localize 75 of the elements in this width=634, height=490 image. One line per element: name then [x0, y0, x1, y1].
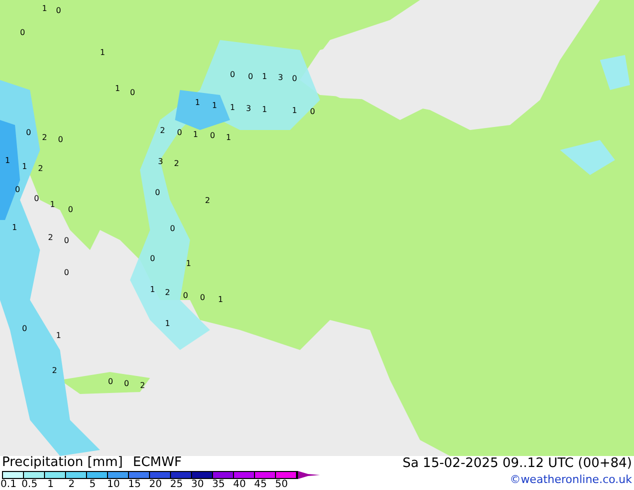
- precipitation-value: 1: [230, 103, 236, 112]
- precipitation-value: 3: [246, 104, 252, 113]
- precipitation-value: 2: [48, 233, 54, 242]
- valid-time: Sa 15-02-2025 09..12 UTC (00+84): [402, 456, 632, 471]
- scale-tick-label: 20: [148, 479, 163, 490]
- scale-tick-label: 25: [169, 479, 184, 490]
- precipitation-value: 2: [160, 126, 166, 135]
- precipitation-value: 0: [124, 379, 130, 388]
- precipitation-value: 1: [50, 200, 56, 209]
- precipitation-value: 1: [212, 101, 218, 110]
- model-name: ECMWF: [132, 456, 182, 470]
- precipitation-value: 2: [38, 164, 44, 173]
- precipitation-value: 0: [248, 72, 254, 81]
- precipitation-value: 1: [42, 4, 48, 13]
- precipitation-value: 1: [186, 259, 192, 268]
- precipitation-value: 0: [64, 236, 70, 245]
- precipitation-value: 0: [150, 254, 156, 263]
- scale-tick-label: 45: [253, 479, 268, 490]
- precipitation-value: 1: [12, 223, 18, 232]
- precipitation-value: 3: [158, 157, 164, 166]
- scale-tick-label: 50: [274, 479, 289, 490]
- precipitation-value: 0: [26, 128, 32, 137]
- precipitation-value: 1: [193, 130, 198, 139]
- scale-tick-label: 15: [127, 479, 142, 490]
- precipitation-value: 0: [22, 324, 28, 333]
- precipitation-value: 0: [15, 185, 20, 194]
- precipitation-value: 2: [42, 133, 48, 142]
- precipitation-value: 1: [226, 133, 232, 142]
- scale-arrow-icon: [298, 471, 320, 479]
- precipitation-value: 0: [310, 107, 316, 116]
- precipitation-value: 2: [205, 196, 210, 205]
- precipitation-value: 0: [130, 88, 136, 97]
- precipitation-value: 0: [155, 188, 160, 197]
- scale-tick-label: 0.5: [20, 479, 38, 490]
- precipitation-value: 0: [292, 74, 298, 83]
- precipitation-value: 1: [165, 319, 170, 328]
- precipitation-value: 0: [68, 205, 74, 214]
- precipitation-value: 1: [115, 84, 120, 93]
- precipitation-value: 2: [174, 159, 180, 168]
- scale-tick-label: 30: [190, 479, 205, 490]
- precipitation-value: 1: [22, 162, 28, 171]
- precipitation-value: 0: [200, 293, 206, 302]
- precipitation-value: 0: [34, 194, 40, 203]
- precipitation-value: 0: [58, 135, 64, 144]
- legend-title: Precipitation [mm]: [2, 456, 123, 470]
- precipitation-value: 0: [20, 28, 26, 37]
- precipitation-value: 3: [278, 73, 284, 82]
- scale-tick-label: 0.1: [0, 479, 18, 490]
- precipitation-value: 1: [56, 331, 62, 340]
- scale-tick-label: 40: [232, 479, 247, 490]
- precipitation-value: 1: [5, 156, 10, 165]
- precipitation-value: 1: [150, 285, 156, 294]
- scale-tick-label: 10: [106, 479, 121, 490]
- scale-tick-label: 1: [46, 479, 55, 490]
- scale-tick-label: 5: [88, 479, 97, 490]
- precipitation-value: 0: [183, 291, 188, 300]
- precipitation-value: 0: [64, 268, 70, 277]
- precipitation-value: 1: [218, 295, 224, 304]
- credit-link[interactable]: ©weatheronline.co.uk: [510, 473, 632, 487]
- precipitation-value: 0: [108, 377, 114, 386]
- precipitation-value: 0: [230, 70, 236, 79]
- precipitation-value: 1: [262, 105, 268, 114]
- precipitation-value: 1: [262, 72, 268, 81]
- precipitation-value: 0: [170, 224, 176, 233]
- precipitation-value: 0: [210, 131, 216, 140]
- precipitation-value: 1: [292, 106, 298, 115]
- precipitation-value: 1: [195, 98, 200, 107]
- precipitation-value: 1: [100, 48, 106, 57]
- precipitation-value: 0: [56, 6, 62, 15]
- scale-tick-label: 35: [211, 479, 226, 490]
- precipitation-value: 2: [165, 288, 170, 297]
- precipitation-value: 2: [140, 381, 146, 390]
- precipitation-value: 2: [52, 366, 58, 375]
- precipitation-value: 0: [177, 128, 182, 137]
- scale-tick-label: 2: [67, 479, 76, 490]
